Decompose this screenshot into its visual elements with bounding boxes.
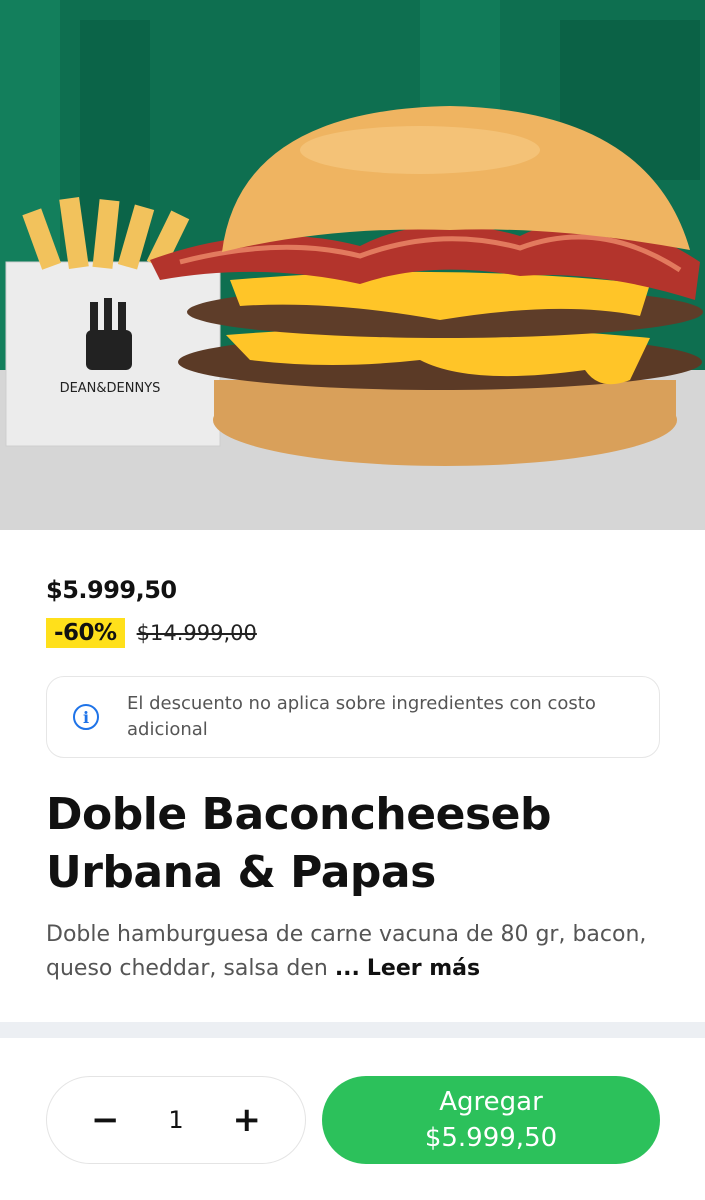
- section-divider: [0, 1022, 705, 1038]
- brand-logo-text: DEAN&DENNYS: [60, 381, 161, 396]
- add-button-price: $5.999,50: [424, 1123, 558, 1153]
- product-hero-image: DEAN&DENNYS: [0, 0, 705, 530]
- current-price: $5.999,50: [46, 576, 177, 604]
- discount-badge: -60%: [46, 618, 125, 648]
- info-icon: i: [73, 704, 99, 730]
- discount-notice: i El descuento no aplica sobre ingredien…: [46, 676, 660, 758]
- increase-quantity-button[interactable]: +: [233, 1103, 262, 1137]
- discount-row: -60% $14.999,00: [46, 618, 257, 648]
- discount-notice-text: El descuento no aplica sobre ingrediente…: [127, 693, 596, 740]
- burger-illustration: DEAN&DENNYS: [0, 0, 705, 530]
- decrease-quantity-button[interactable]: −: [91, 1103, 120, 1137]
- read-more-link[interactable]: Leer más: [367, 956, 480, 981]
- description-ellipsis: ...: [334, 956, 360, 981]
- original-price: $14.999,00: [136, 621, 257, 645]
- product-title: Doble Baconcheeseb Urbana & Papas: [46, 789, 551, 898]
- quantity-value: 1: [168, 1106, 184, 1134]
- quantity-stepper: − 1 +: [46, 1076, 306, 1164]
- add-button-label: Agregar: [439, 1087, 543, 1117]
- add-to-cart-button[interactable]: Agregar $5.999,50: [322, 1076, 660, 1164]
- product-description: Doble hamburguesa de carne vacuna de 80 …: [46, 918, 676, 986]
